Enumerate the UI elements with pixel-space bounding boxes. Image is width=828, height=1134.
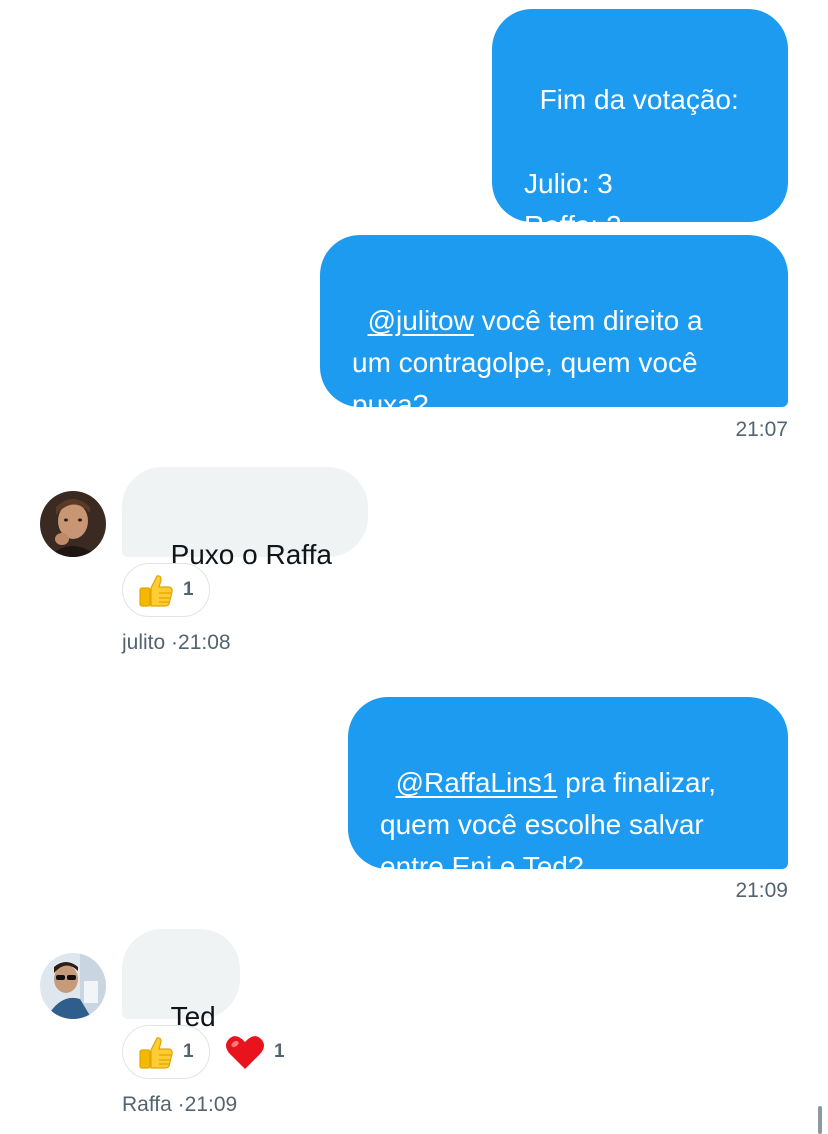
meta-separator: · [171,1093,185,1116]
avatar[interactable] [40,953,106,1019]
sender-name: julito [122,631,166,654]
heart-icon [224,1033,266,1071]
message-timestamp: 21:09 [184,1093,238,1116]
mention-link[interactable]: @RaffaLins1 [396,767,558,798]
mention-link[interactable]: @julitow [368,305,474,336]
avatar-raffa-icon [40,953,106,1019]
thumbs-up-icon [137,1033,175,1071]
message-timestamp: 21:08 [178,631,231,654]
reaction-count: 1 [274,1041,285,1062]
reaction-thumbs-up[interactable]: 1 [122,1025,210,1079]
reaction-heart[interactable]: 1 [224,1025,285,1079]
message-timestamp: 21:09 [735,879,788,902]
meta-separator: · [165,631,179,654]
sender-name: Raffa [122,1093,172,1116]
message-bubble-incoming[interactable]: Puxo o Raffa [122,467,368,570]
thumbs-up-icon [137,571,175,609]
message-meta: Raffa ·21:09 [122,1093,237,1117]
scrollbar[interactable] [818,1106,822,1134]
message-meta: julito ·21:08 [122,631,231,655]
message-timestamp: 21:07 [735,418,788,441]
avatar-julito-icon [40,491,106,557]
reaction-count: 1 [183,579,194,600]
message-bubble-outgoing[interactable]: Fim da votação: Julio: 3 Raffa: 2 [492,9,788,241]
message-bubble-incoming[interactable]: Ted [122,929,240,1032]
message-bubble-outgoing[interactable]: @RaffaLins1 pra finalizar, quem você esc… [348,697,788,882]
message-text: Fim da votação: Julio: 3 Raffa: 2 [524,84,739,241]
reaction-thumbs-up[interactable]: 1 [122,563,210,617]
message-bubble-outgoing[interactable]: @julitow você tem direito a um contragol… [320,235,788,420]
reaction-count: 1 [183,1041,194,1062]
avatar[interactable] [40,491,106,557]
